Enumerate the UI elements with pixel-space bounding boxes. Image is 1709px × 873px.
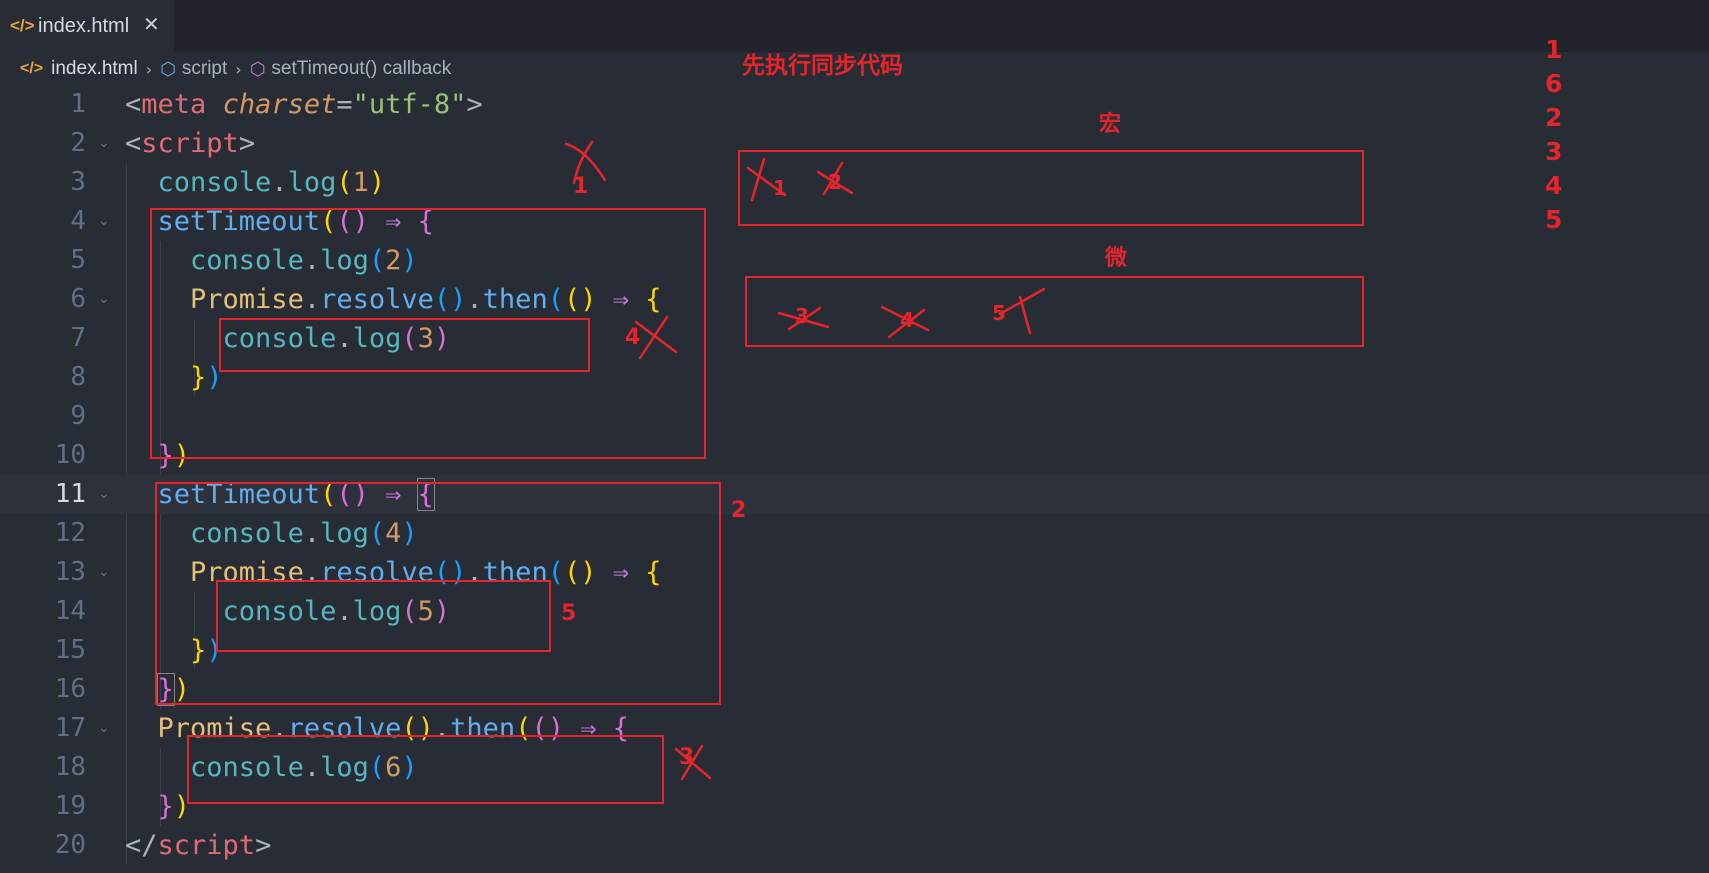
cross-mark <box>880 305 930 339</box>
cross-mark <box>816 161 854 196</box>
cross-out-marks <box>564 140 1046 781</box>
cross-mark <box>998 287 1046 335</box>
cross-mark <box>746 157 787 202</box>
cross-mark <box>564 140 607 185</box>
cross-mark <box>634 315 678 360</box>
cross-mark <box>674 744 712 781</box>
cross-mark <box>777 306 830 331</box>
